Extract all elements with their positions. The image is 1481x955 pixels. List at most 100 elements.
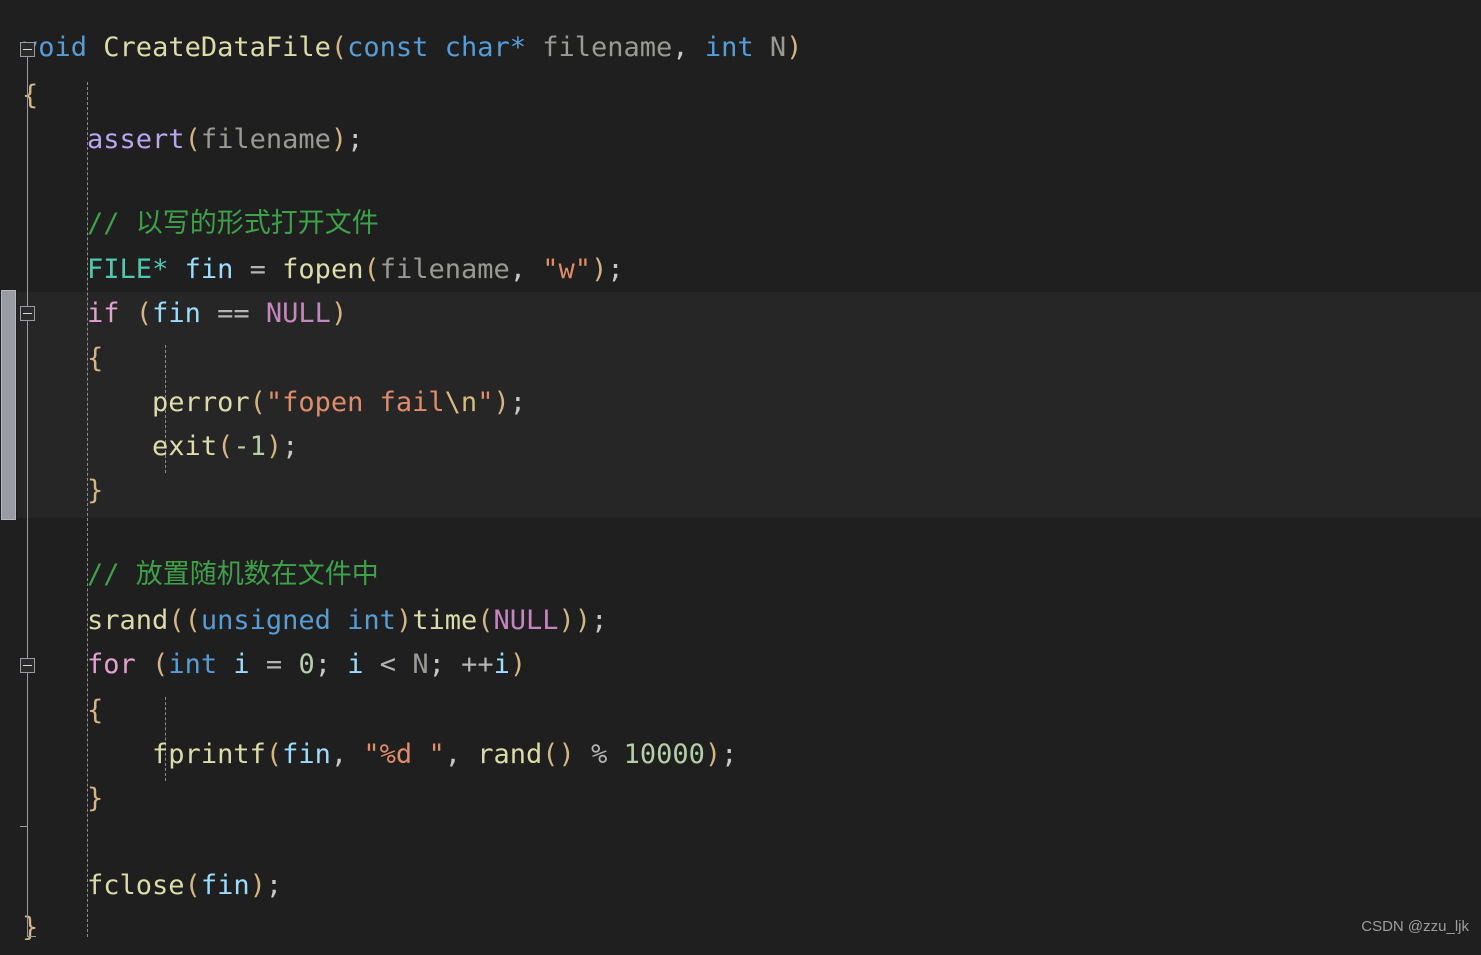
token-lparen: ( [152,649,169,680]
token-var-i: i [493,649,510,680]
token-rparen: ) [249,870,266,901]
token-escape-newline: \n [444,387,478,418]
fold-toggle-for-block[interactable] [20,658,35,673]
code-line-3[interactable]: assert(filename); [22,118,363,162]
token-rparen: ) [558,605,575,636]
code-content[interactable]: void CreateDataFile(const char* filename… [0,0,1481,943]
token-macro-null: NULL [493,605,559,636]
token-close-brace: } [87,475,104,506]
token-open-brace: { [87,695,104,726]
token-function-fclose: fclose [87,870,185,901]
token-rparen: ) [509,649,527,680]
token-function-name: CreateDataFile [103,32,331,63]
fold-toggle-if-block[interactable] [20,306,35,321]
token-semicolon: ; [265,870,283,901]
code-line-20[interactable]: fclose(fin); [22,864,282,908]
code-editor[interactable]: void CreateDataFile(const char* filename… [0,0,1481,955]
token-function-exit: exit [152,431,218,462]
token-comment-open-file: // 以写的形式打开文件 [87,208,379,239]
token-comma: , [444,739,461,770]
token-semicolon: ; [509,387,526,418]
token-lparen: ( [477,605,494,636]
token-lparen-cast: ( [184,605,201,636]
token-keyword-unsigned: unsigned [200,605,331,636]
token-semicolon: ; [721,739,738,770]
token-increment: ++ [461,649,494,680]
code-line-5[interactable]: // 以写的形式打开文件 [22,202,379,246]
token-lparen: ( [184,124,201,155]
token-less-than: < [379,649,397,680]
token-string-close-quote: " [477,387,494,418]
token-rparen-outer: ) [574,605,592,636]
token-lparen: ( [542,739,559,770]
token-lparen: ( [265,739,283,770]
token-close-brace: } [87,783,104,814]
token-assign: = [249,254,266,285]
token-param-filename: filename [200,124,331,155]
token-lparen: ( [330,32,348,63]
token-modulo: % [591,739,608,770]
token-var-fin: fin [200,870,250,901]
code-line-13[interactable]: // 放置随机数在文件中 [22,553,379,597]
code-line-7[interactable]: if (fin == NULL) [22,292,347,336]
token-semicolon: ; [282,431,299,462]
token-function-fopen: fopen [282,254,364,285]
token-string-fopen-fail: "fopen fail [265,387,445,418]
token-lparen: ( [184,870,201,901]
horizontal-scrollbar-track[interactable] [0,940,1481,955]
token-lparen: ( [217,431,234,462]
token-lparen: ( [363,254,380,285]
token-rparen: ) [591,254,608,285]
token-number-minus-one: -1 [233,431,266,462]
code-line-1[interactable]: void CreateDataFile(const char* filename… [22,26,802,70]
fold-toggle-function[interactable] [20,42,35,57]
fold-tick-marker [20,826,28,827]
token-comma: , [330,739,348,770]
code-line-6[interactable]: FILE* fin = fopen(filename, "w"); [22,248,624,292]
token-rparen: ) [786,32,803,63]
vertical-scrollbar[interactable] [0,0,17,940]
code-line-14[interactable]: srand((unsigned int)time(NULL)); [22,599,607,643]
token-number-10000: 10000 [623,739,705,770]
code-line-17[interactable]: fprintf(fin, "%d ", rand() % 10000); [22,733,737,777]
vertical-scrollbar-thumb[interactable] [1,290,16,520]
token-number-zero: 0 [298,649,315,680]
code-line-9[interactable]: perror("fopen fail\n"); [22,381,526,425]
code-line-15[interactable]: for (int i = 0; i < N; ++i) [22,643,526,687]
token-keyword-int: int [168,649,218,680]
token-semicolon: ; [314,649,331,680]
fold-line-function [27,57,28,937]
token-var-fin: fin [152,298,201,329]
code-line-10[interactable]: exit(-1); [22,425,298,469]
token-keyword-char: char [444,32,510,63]
token-var-fin: fin [282,739,331,770]
token-keyword-const: const [347,32,429,63]
token-lparen: ( [168,605,185,636]
horizontal-scrollbar[interactable] [0,940,1481,955]
token-string-w: "w" [542,254,592,285]
watermark: CSDN @zzu_ljk [1361,918,1469,935]
token-param-filename: filename [542,32,673,63]
token-param-n: N [412,649,429,680]
token-semicolon: ; [607,254,624,285]
token-keyword-for: for [87,649,136,680]
token-function-srand: srand [87,605,169,636]
token-macro-null: NULL [265,298,331,329]
token-function-perror: perror [152,387,250,418]
token-rparen-cast: ) [395,605,413,636]
token-keyword-int: int [704,32,754,63]
